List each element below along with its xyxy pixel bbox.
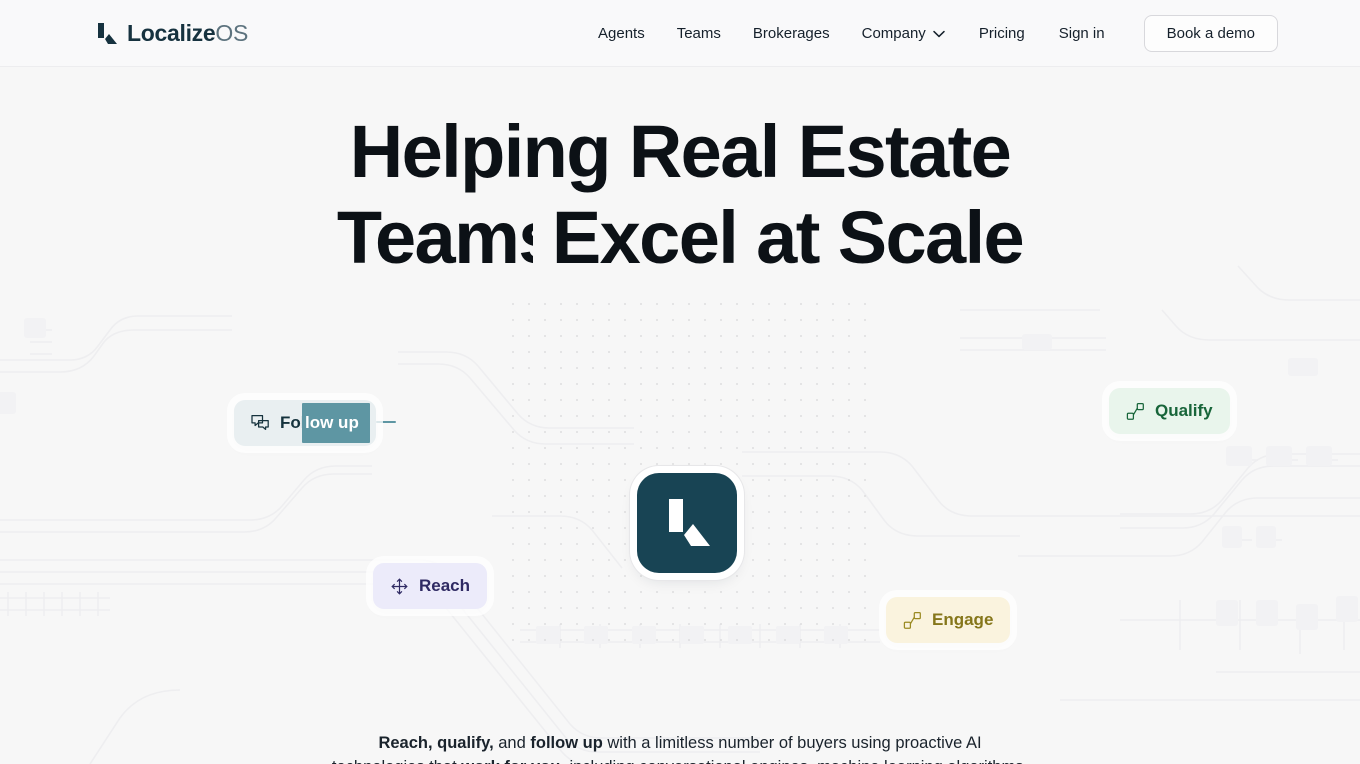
page-title: Helping Real Estate Teams Excel at Scale (0, 115, 1360, 275)
book-a-demo-button[interactable]: Book a demo (1143, 15, 1278, 52)
diagram-node-reach[interactable]: Reach (373, 563, 488, 609)
diagram-node-reach-label: Reach (419, 576, 471, 595)
diagram-node-qualify[interactable]: Qualify (1109, 388, 1230, 434)
text-selection-content: low up (305, 413, 359, 432)
headline-line-2: Teams Excel at Scale (0, 201, 1360, 275)
dot-grid-pattern (505, 296, 877, 646)
lede-bold-2: follow up (530, 734, 603, 752)
nav-item-company[interactable]: Company (846, 22, 961, 46)
diagram-node-engage-label: Engage (932, 610, 994, 629)
workflow-nodes-icon (1126, 402, 1145, 421)
headline-clipped-word: Teams (336, 201, 533, 275)
lede-bold-1: Reach, qualify, (378, 734, 494, 752)
hero-description: Reach, qualify, and follow up with a lim… (330, 731, 1030, 764)
chat-bubble-icon (251, 414, 270, 432)
headline-line-2-rest: Excel at Scale (551, 196, 1025, 279)
brand-suffix: OS (215, 20, 248, 46)
chevron-down-icon (933, 22, 945, 46)
nav-item-teams[interactable]: Teams (661, 22, 737, 46)
site-header: LocalizeOS Agents Teams Brokerages Compa… (0, 0, 1360, 67)
workflow-nodes-icon (903, 611, 922, 630)
center-logo-badge (637, 473, 737, 573)
primary-nav: Agents Teams Brokerages Company (582, 22, 961, 46)
header-actions: Pricing Sign in Book a demo (962, 15, 1278, 52)
nav-item-brokerages[interactable]: Brokerages (737, 22, 846, 46)
nav-item-signin[interactable]: Sign in (1042, 15, 1122, 52)
move-arrows-icon (390, 577, 409, 596)
brand-name: LocalizeOS (127, 20, 248, 46)
brand-logo[interactable]: LocalizeOS (96, 20, 248, 47)
nav-item-agents[interactable]: Agents (582, 22, 661, 46)
nav-item-company-label: Company (861, 25, 926, 42)
selection-trace-dash (376, 421, 396, 423)
lede-bold-3: work for you (461, 758, 560, 764)
nav-item-pricing[interactable]: Pricing (962, 15, 1042, 52)
diagram-node-engage[interactable]: Engage (886, 597, 1011, 643)
lede-text-3: , including conversational engines, mach… (524, 758, 1028, 764)
diagram-node-qualify-label: Qualify (1155, 401, 1213, 420)
lede-text-1: and (493, 734, 531, 752)
headline-line-1: Helping Real Estate (349, 110, 1012, 193)
localize-logo-mark-icon (662, 496, 712, 550)
localize-logo-mark-icon (96, 22, 118, 46)
